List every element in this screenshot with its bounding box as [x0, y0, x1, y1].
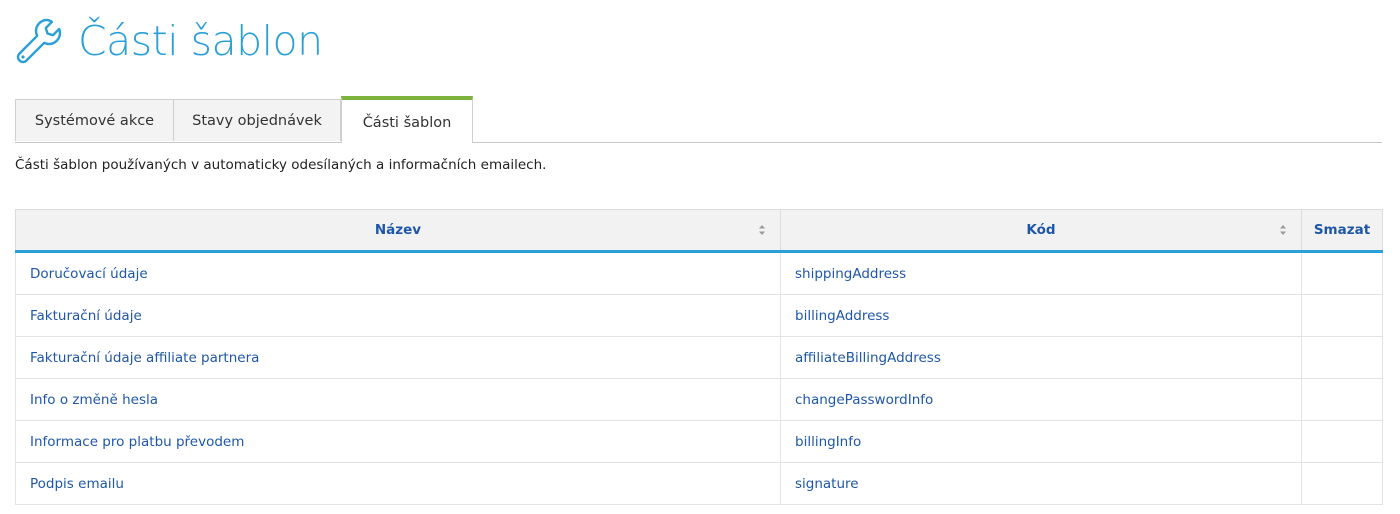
page-description: Části šablon používaných v automaticky o…: [15, 157, 547, 173]
tab-bar: Systémové akce Stavy objednávek Části ša…: [15, 96, 1382, 143]
sort-icon[interactable]: [758, 224, 766, 236]
template-part-code-link[interactable]: billingAddress: [795, 308, 889, 324]
column-header-label: Kód: [1026, 222, 1056, 238]
table-row: Doručovací údaje shippingAddress: [15, 251, 1383, 295]
cell-name: Doručovací údaje: [15, 251, 781, 295]
template-part-code-link[interactable]: changePasswordInfo: [795, 392, 933, 408]
cell-name: Fakturační údaje: [15, 294, 781, 337]
table-row: Fakturační údaje affiliate partnera affi…: [15, 336, 1383, 379]
table-row: Info o změně hesla changePasswordInfo: [15, 378, 1383, 421]
table-header-row: Název Kód Smazat: [15, 209, 1383, 253]
column-header-code[interactable]: Kód: [780, 209, 1302, 253]
template-part-code-link[interactable]: billingInfo: [795, 434, 861, 450]
page-header: Části šablon: [14, 14, 323, 68]
template-part-link[interactable]: Info o změně hesla: [30, 392, 158, 408]
wrench-icon: [16, 18, 62, 64]
tab-template-parts[interactable]: Části šablon: [341, 96, 473, 143]
column-header-delete: Smazat: [1301, 209, 1383, 253]
template-parts-table: Název Kód Smazat Doručovací údaje shippi…: [15, 209, 1383, 505]
page-title: Části šablon: [78, 17, 323, 65]
cell-delete: [1301, 251, 1383, 295]
cell-code: signature: [780, 462, 1302, 505]
cell-name: Info o změně hesla: [15, 378, 781, 421]
template-part-code-link[interactable]: affiliateBillingAddress: [795, 350, 941, 366]
table-row: Podpis emailu signature: [15, 462, 1383, 505]
template-part-link[interactable]: Podpis emailu: [30, 476, 124, 492]
template-part-link[interactable]: Fakturační údaje affiliate partnera: [30, 350, 259, 366]
cell-delete: [1301, 462, 1383, 505]
sort-icon[interactable]: [1279, 224, 1287, 236]
cell-delete: [1301, 294, 1383, 337]
template-part-link[interactable]: Doručovací údaje: [30, 266, 148, 282]
table-row: Informace pro platbu převodem billingInf…: [15, 420, 1383, 463]
tab-system-actions[interactable]: Systémové akce: [15, 99, 174, 141]
cell-code: affiliateBillingAddress: [780, 336, 1302, 379]
table-row: Fakturační údaje billingAddress: [15, 294, 1383, 337]
cell-delete: [1301, 336, 1383, 379]
cell-code: billingInfo: [780, 420, 1302, 463]
cell-code: shippingAddress: [780, 251, 1302, 295]
cell-name: Fakturační údaje affiliate partnera: [15, 336, 781, 379]
template-part-link[interactable]: Informace pro platbu převodem: [30, 434, 244, 450]
cell-name: Podpis emailu: [15, 462, 781, 505]
cell-code: changePasswordInfo: [780, 378, 1302, 421]
template-part-code-link[interactable]: shippingAddress: [795, 266, 906, 282]
cell-code: billingAddress: [780, 294, 1302, 337]
cell-name: Informace pro platbu převodem: [15, 420, 781, 463]
cell-delete: [1301, 420, 1383, 463]
column-header-name[interactable]: Název: [15, 209, 781, 253]
column-header-label: Název: [374, 222, 422, 238]
cell-delete: [1301, 378, 1383, 421]
template-part-link[interactable]: Fakturační údaje: [30, 308, 142, 324]
column-header-label: Smazat: [1313, 222, 1371, 238]
tab-order-states[interactable]: Stavy objednávek: [173, 99, 341, 141]
template-part-code-link[interactable]: signature: [795, 476, 859, 492]
page: Části šablon Systémové akce Stavy objedn…: [0, 0, 1400, 514]
